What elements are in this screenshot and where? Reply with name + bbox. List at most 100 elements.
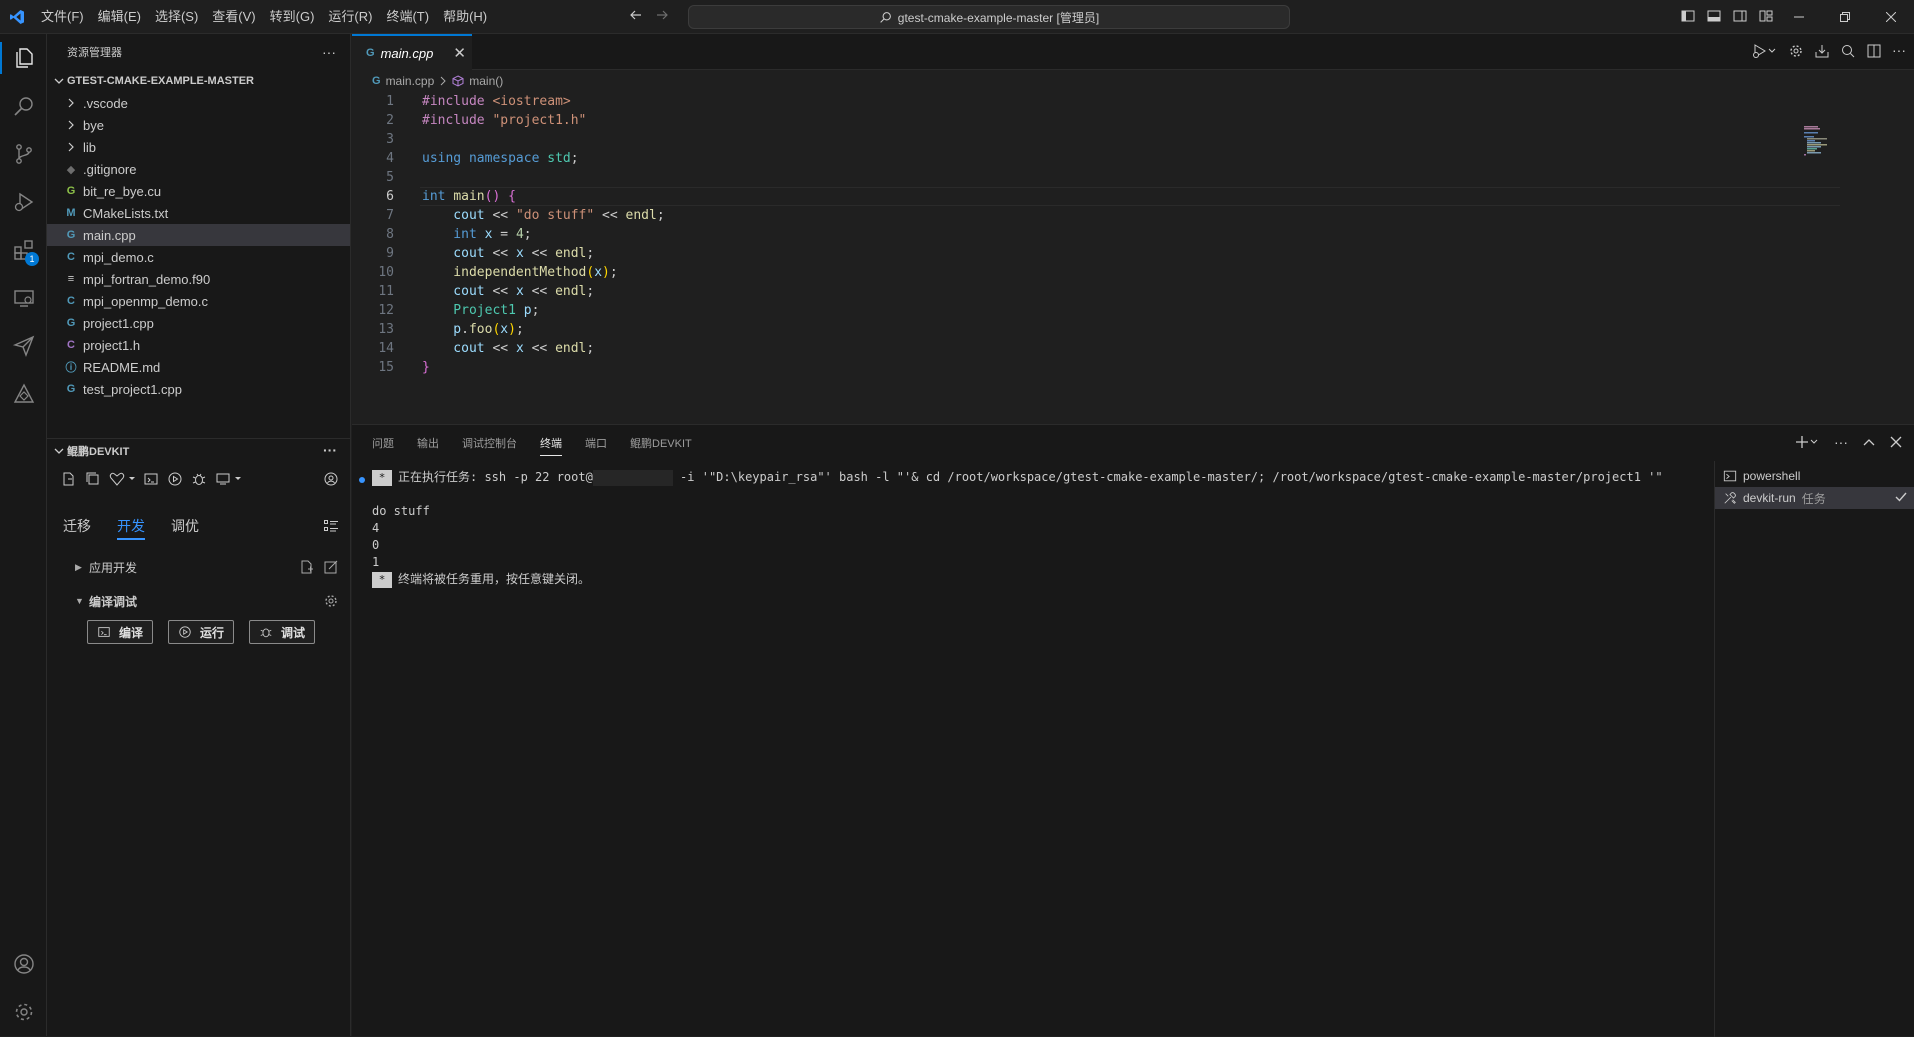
source-control-icon[interactable] xyxy=(0,130,47,178)
restore-icon[interactable] xyxy=(1822,0,1868,34)
account-icon[interactable] xyxy=(0,940,47,988)
menu-edit[interactable]: 编辑(E) xyxy=(91,0,148,34)
send-icon[interactable] xyxy=(0,322,47,370)
settings-gear-icon[interactable] xyxy=(323,593,339,609)
settings-gear-icon[interactable] xyxy=(1788,43,1804,59)
command-center[interactable]: gtest-cmake-example-master [管理员] xyxy=(688,5,1290,29)
search-icon[interactable] xyxy=(1840,43,1856,59)
tree-file[interactable]: Cmpi_demo.c xyxy=(47,246,350,268)
line-number: 7 xyxy=(386,208,394,223)
tree-file[interactable]: Cproject1.h xyxy=(47,334,350,356)
extensions-icon[interactable]: 1 xyxy=(0,226,47,274)
debug-button[interactable]: 调试 xyxy=(249,620,316,644)
code-token: << xyxy=(523,341,556,356)
menu-help[interactable]: 帮助(H) xyxy=(436,0,494,34)
tree-file[interactable]: Gproject1.cpp xyxy=(47,312,350,334)
group-app-dev[interactable]: ▶ 应用开发 xyxy=(47,550,351,584)
tree-file[interactable]: Gmain.cpp xyxy=(47,224,350,246)
menu-file[interactable]: 文件(F) xyxy=(34,0,91,34)
breadcrumb-symbol[interactable]: main() xyxy=(469,74,503,88)
new-project-icon[interactable] xyxy=(299,559,315,575)
forward-arrow-icon[interactable] xyxy=(654,7,670,23)
chevron-down-icon xyxy=(51,76,67,86)
tree-file[interactable]: Gbit_re_bye.cu xyxy=(47,180,350,202)
settings-gear-icon[interactable] xyxy=(0,988,47,1036)
monitor-dropdown-icon[interactable] xyxy=(215,469,243,489)
menu-terminal[interactable]: 终端(T) xyxy=(379,0,436,34)
more-actions-icon[interactable]: ··· xyxy=(1892,43,1906,59)
tree-file[interactable]: Cmpi_openmp_demo.c xyxy=(47,290,350,312)
close-icon[interactable]: ✕ xyxy=(453,44,466,62)
tools-icon xyxy=(1723,491,1737,505)
copy-icon[interactable] xyxy=(85,469,101,489)
tree-item-label: main.cpp xyxy=(83,227,136,243)
menu-view[interactable]: 查看(V) xyxy=(205,0,262,34)
new-file-icon[interactable] xyxy=(61,469,77,489)
compile-button[interactable]: 编译 xyxy=(87,620,154,644)
debug-bug-icon[interactable] xyxy=(191,469,207,489)
kunpeng-devkit-icon[interactable] xyxy=(0,370,47,418)
file-type-icon: ⓘ xyxy=(65,362,77,374)
search-icon[interactable] xyxy=(0,82,47,130)
menu-go[interactable]: 转到(G) xyxy=(263,0,322,34)
tab-terminal[interactable]: 终端 xyxy=(540,435,562,456)
devkit-section-header[interactable]: 鲲鹏DEVKIT ··· xyxy=(47,438,351,462)
remote-explorer-icon[interactable] xyxy=(0,274,47,322)
tree-file[interactable]: ⓘ README.md xyxy=(47,356,350,378)
code-text: independentMethod(x); xyxy=(394,263,617,282)
tab-migrate[interactable]: 迁移 xyxy=(63,512,91,540)
more-actions-icon[interactable]: ··· xyxy=(1834,434,1848,450)
back-arrow-icon[interactable] xyxy=(628,7,644,23)
maximize-panel-icon[interactable] xyxy=(1862,435,1876,449)
tree-folder[interactable]: .vscode xyxy=(47,92,350,114)
menu-run[interactable]: 运行(R) xyxy=(321,0,379,34)
customize-layout-icon[interactable] xyxy=(1758,8,1774,24)
code-line: 7 cout << "do stuff" << endl; xyxy=(352,206,1872,225)
health-check-icon[interactable] xyxy=(109,469,135,489)
folder-section-header[interactable]: GTEST-CMAKE-EXAMPLE-MASTER xyxy=(47,70,350,92)
minimap[interactable] xyxy=(1804,126,1832,156)
new-terminal-icon[interactable] xyxy=(1794,434,1820,450)
tab-output[interactable]: 输出 xyxy=(417,435,439,451)
toggle-secondary-sidebar-icon[interactable] xyxy=(1732,8,1748,24)
split-editor-icon[interactable] xyxy=(1866,43,1882,59)
tree-file[interactable]: M CMakeLists.txt xyxy=(47,202,350,224)
menu-selection[interactable]: 选择(S) xyxy=(148,0,205,34)
user-circle-icon[interactable] xyxy=(323,469,339,489)
compile-icon[interactable] xyxy=(143,469,159,489)
terminal-item-powershell[interactable]: powershell xyxy=(1715,465,1914,487)
close-panel-icon[interactable] xyxy=(1890,436,1902,448)
tab-develop[interactable]: 开发 xyxy=(117,512,145,540)
run-button[interactable]: 运行 xyxy=(168,620,235,644)
explorer-icon[interactable] xyxy=(0,34,47,82)
terminal-item-devkit-run[interactable]: devkit-run 任务 xyxy=(1715,487,1914,509)
compile-button-label: 编译 xyxy=(119,625,144,640)
run-dropdown-icon[interactable] xyxy=(1752,43,1778,59)
breadcrumb-file[interactable]: main.cpp xyxy=(386,74,435,88)
run-debug-icon[interactable] xyxy=(0,178,47,226)
tab-debug-console[interactable]: 调试控制台 xyxy=(462,435,517,451)
tab-devkit[interactable]: 鲲鹏DEVKIT xyxy=(630,435,692,451)
minimize-icon[interactable] xyxy=(1776,0,1822,34)
editor-tab-main-cpp[interactable]: G main.cpp ✕ xyxy=(352,34,472,70)
explorer-more-button[interactable]: ··· xyxy=(322,44,336,60)
code-area[interactable]: 1 #include <iostream> 2 #include "project1.… xyxy=(352,92,1872,377)
tree-file[interactable]: ◆ .gitignore xyxy=(47,158,350,180)
toggle-panel-icon[interactable] xyxy=(1706,8,1722,24)
save-download-icon[interactable] xyxy=(1814,43,1830,59)
devkit-more-button[interactable]: ··· xyxy=(323,442,337,458)
group-compile-debug[interactable]: ▼ 编译调试 xyxy=(47,584,351,618)
tree-folder[interactable]: lib xyxy=(47,136,350,158)
tab-ports[interactable]: 端口 xyxy=(585,435,607,451)
tree-folder[interactable]: bye xyxy=(47,114,350,136)
tab-tune[interactable]: 调优 xyxy=(171,512,199,540)
tab-problems[interactable]: 问题 xyxy=(372,435,394,451)
edit-square-icon[interactable] xyxy=(323,559,339,575)
terminal-output[interactable]: * 正在执行任务: ssh -p 22 root@ -i '"D:\keypair… xyxy=(352,461,1714,1037)
run-icon[interactable] xyxy=(167,469,183,489)
list-view-icon[interactable] xyxy=(323,518,339,534)
tree-file[interactable]: Gtest_project1.cpp xyxy=(47,378,350,400)
close-window-icon[interactable] xyxy=(1868,0,1914,34)
toggle-sidebar-icon[interactable] xyxy=(1680,8,1696,24)
tree-file[interactable]: ≡ mpi_fortran_demo.f90 xyxy=(47,268,350,290)
